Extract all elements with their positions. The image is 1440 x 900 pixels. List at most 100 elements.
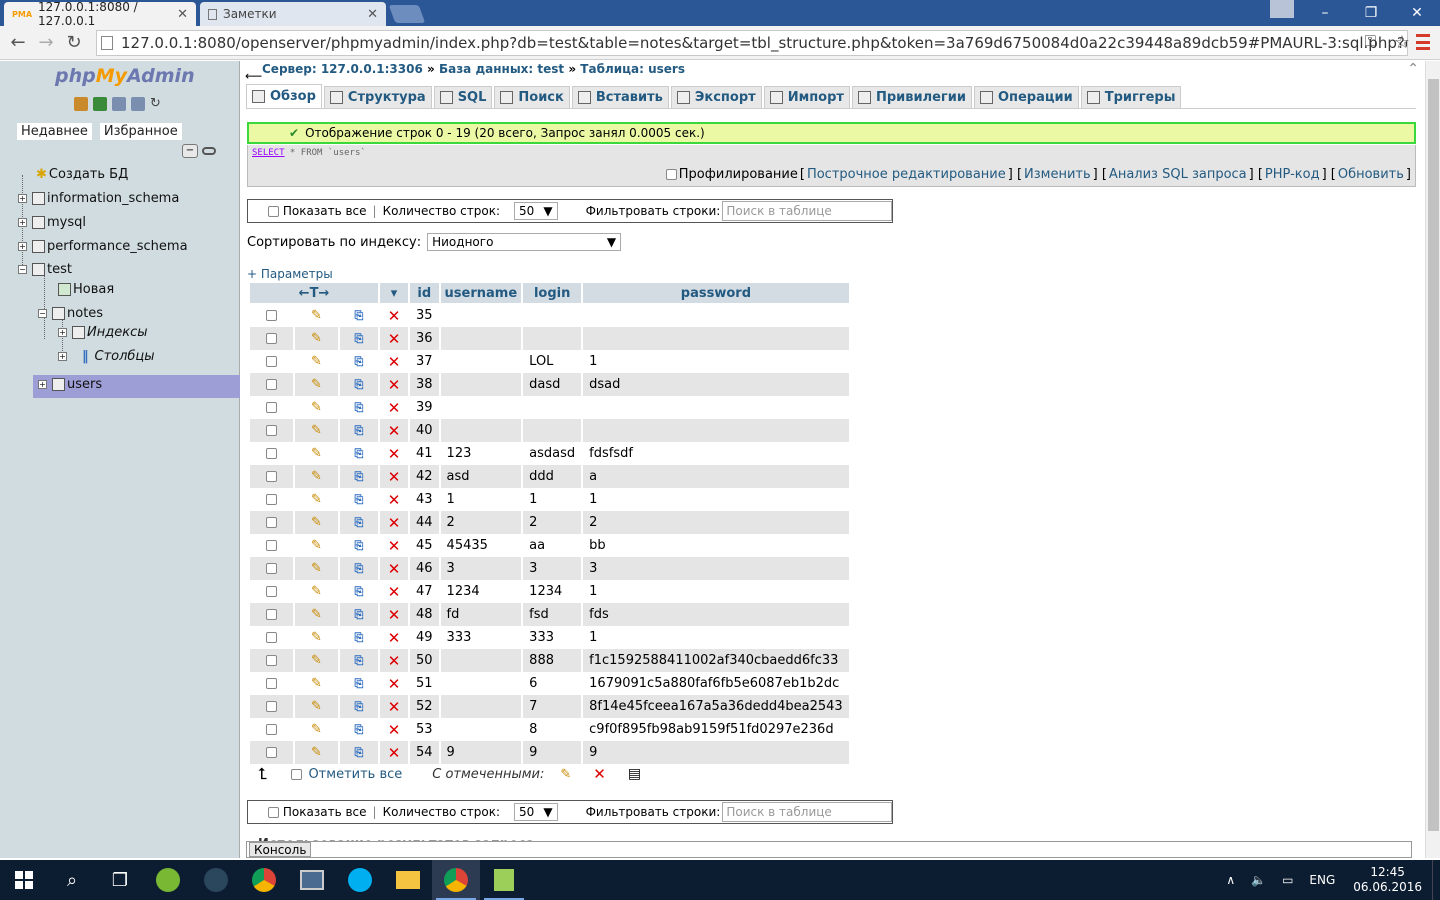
cell-username[interactable]: [440, 350, 522, 373]
row-checkbox[interactable]: [266, 471, 278, 482]
copy-row-icon[interactable]: ⎘: [355, 332, 364, 345]
cell-login[interactable]: 333: [523, 626, 582, 649]
delete-row-icon[interactable]: ✕: [388, 445, 401, 463]
breadcrumb-database[interactable]: База данных: test: [439, 62, 564, 76]
cell-id[interactable]: 52: [410, 695, 439, 718]
table-row[interactable]: ✎ ⎘ ✕ 52 7 8f14e45fceea167a5a36dedd4bea2543: [250, 695, 849, 718]
row-checkbox[interactable]: [266, 563, 278, 574]
sort-index-select[interactable]: Ниодного ▼: [427, 233, 622, 251]
tree-item-mysql[interactable]: + mysql: [18, 215, 86, 230]
home-icon[interactable]: [74, 97, 88, 111]
copy-row-icon[interactable]: ⎘: [355, 470, 364, 483]
check-all-link[interactable]: Отметить все: [308, 767, 402, 782]
cell-id[interactable]: 53: [410, 718, 439, 741]
edit-pencil-icon[interactable]: ✎: [311, 400, 322, 415]
cell-id[interactable]: 36: [410, 327, 439, 350]
row-checkbox[interactable]: [266, 609, 278, 620]
cell-login[interactable]: [523, 396, 582, 419]
minimize-button[interactable]: –: [1302, 0, 1348, 26]
cell-login[interactable]: 2: [523, 511, 582, 534]
cell-login[interactable]: [523, 419, 582, 442]
copy-row-icon[interactable]: ⎘: [355, 401, 364, 414]
cell-username[interactable]: [440, 695, 522, 718]
delete-row-icon[interactable]: ✕: [388, 560, 401, 578]
cell-login[interactable]: 1: [523, 488, 582, 511]
cell-login[interactable]: 1234: [523, 580, 582, 603]
row-checkbox[interactable]: [266, 356, 278, 367]
cell-username[interactable]: 45435: [440, 534, 522, 557]
table-row[interactable]: ✎ ⎘ ✕ 40: [250, 419, 849, 442]
row-checkbox[interactable]: [266, 678, 278, 689]
user-profile-icon[interactable]: [1270, 0, 1294, 18]
table-row[interactable]: ✎ ⎘ ✕ 48 fd fsd fds: [250, 603, 849, 626]
row-checkbox[interactable]: [266, 494, 278, 505]
cell-id[interactable]: 50: [410, 649, 439, 672]
cell-username[interactable]: asd: [440, 465, 522, 488]
row-checkbox[interactable]: [266, 402, 278, 413]
tab-import[interactable]: Импорт: [763, 86, 850, 108]
cell-password[interactable]: 9: [583, 741, 849, 764]
tree-item-new-table[interactable]: Новая: [58, 282, 114, 297]
edit-pencil-icon[interactable]: ✎: [311, 607, 322, 622]
table-row[interactable]: ✎ ⎘ ✕ 44 2 2 2: [250, 511, 849, 534]
cell-password[interactable]: [583, 419, 849, 442]
edit-pencil-icon[interactable]: ✎: [311, 331, 322, 346]
row-checkbox[interactable]: [266, 310, 278, 321]
explain-sql-link[interactable]: Анализ SQL запроса: [1109, 167, 1247, 182]
tree-item-indexes[interactable]: + Индексы: [58, 325, 147, 340]
cell-password[interactable]: 8f14e45fceea167a5a36dedd4bea2543: [583, 695, 849, 718]
skype-icon[interactable]: [336, 860, 384, 900]
expand-icon[interactable]: +: [18, 242, 27, 251]
cell-password[interactable]: fds: [583, 603, 849, 626]
expand-icon[interactable]: +: [58, 328, 67, 337]
cell-password[interactable]: c9f0f895fb98ab9159f51fd0297e236d: [583, 718, 849, 741]
row-checkbox[interactable]: [266, 517, 278, 528]
tree-item-users[interactable]: + users: [38, 377, 102, 392]
column-sort-arrows[interactable]: ←T→: [250, 283, 378, 304]
cell-login[interactable]: 888: [523, 649, 582, 672]
row-checkbox[interactable]: [266, 747, 278, 758]
delete-selected-icon[interactable]: ✕: [593, 765, 606, 783]
back-arrow-icon[interactable]: ←: [4, 32, 32, 53]
cell-username[interactable]: [440, 672, 522, 695]
edit-pencil-icon[interactable]: ✎: [311, 653, 322, 668]
cell-login[interactable]: dasd: [523, 373, 582, 396]
copy-row-icon[interactable]: ⎘: [355, 424, 364, 437]
delete-row-icon[interactable]: ✕: [388, 376, 401, 394]
copy-row-icon[interactable]: ⎘: [355, 585, 364, 598]
copy-row-icon[interactable]: ⎘: [355, 539, 364, 552]
copy-row-icon[interactable]: ⎘: [355, 447, 364, 460]
cell-username[interactable]: [440, 419, 522, 442]
volume-icon[interactable]: 🔈: [1243, 873, 1274, 887]
key-icon[interactable]: ⚿: [1365, 32, 1376, 50]
cell-username[interactable]: 333: [440, 626, 522, 649]
logout-icon[interactable]: [93, 97, 107, 111]
row-count-select[interactable]: 50 ▼: [514, 803, 558, 821]
show-all-checkbox[interactable]: [268, 205, 279, 217]
cell-login[interactable]: 9: [523, 741, 582, 764]
cell-id[interactable]: 40: [410, 419, 439, 442]
tab-search[interactable]: Поиск: [494, 86, 570, 108]
cell-id[interactable]: 35: [410, 304, 439, 327]
delete-row-icon[interactable]: ✕: [388, 721, 401, 739]
cell-login[interactable]: 6: [523, 672, 582, 695]
filter-input[interactable]: Поиск в таблице: [722, 802, 892, 822]
cell-password[interactable]: f1c1592588411002af340cbaedd6fc33: [583, 649, 849, 672]
row-checkbox[interactable]: [266, 724, 278, 735]
cell-password[interactable]: bb: [583, 534, 849, 557]
edit-pencil-icon[interactable]: ✎: [311, 308, 322, 323]
cell-username[interactable]: 3: [440, 557, 522, 580]
cell-password[interactable]: [583, 396, 849, 419]
edit-pencil-icon[interactable]: ✎: [311, 515, 322, 530]
copy-row-icon[interactable]: ⎘: [355, 746, 364, 759]
column-options-icon[interactable]: ▾: [380, 283, 408, 304]
cell-password[interactable]: 2: [583, 511, 849, 534]
cell-login[interactable]: [523, 304, 582, 327]
delete-row-icon[interactable]: ✕: [388, 629, 401, 647]
tab-export[interactable]: Экспорт: [670, 86, 762, 108]
cell-id[interactable]: 43: [410, 488, 439, 511]
page-info-icon[interactable]: [101, 36, 113, 50]
close-icon[interactable]: ✕: [177, 7, 188, 22]
table-row[interactable]: ✎ ⎘ ✕ 43 1 1 1: [250, 488, 849, 511]
expand-icon[interactable]: +: [58, 352, 67, 361]
